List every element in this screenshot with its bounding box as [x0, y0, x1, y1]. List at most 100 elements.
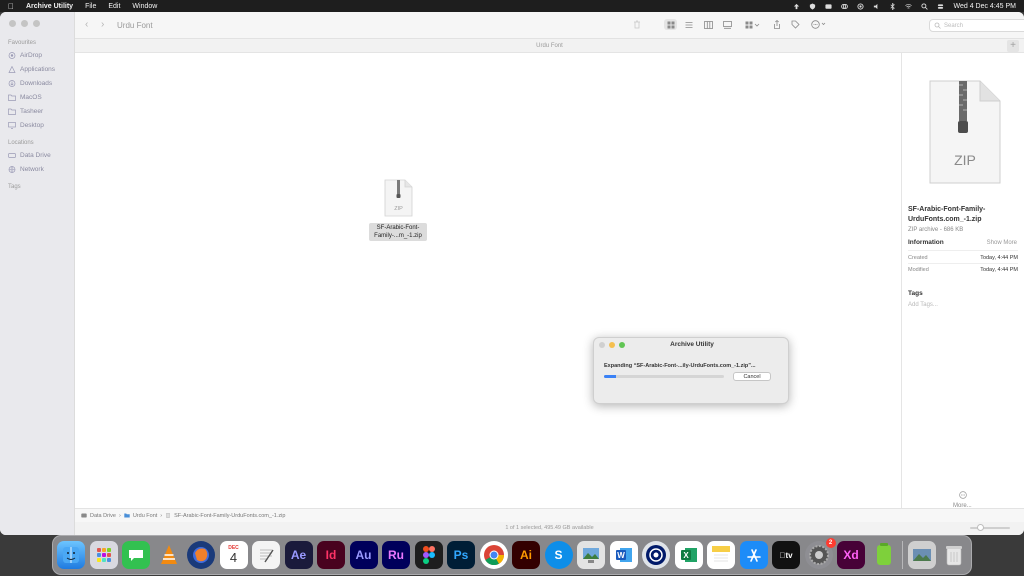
close-button[interactable]	[9, 20, 16, 27]
trash-icon[interactable]	[630, 19, 643, 30]
adobe-xd-dock-icon[interactable]: Xd	[837, 541, 865, 569]
path-separator-icon: ›	[118, 512, 121, 519]
icon-view-button[interactable]	[664, 19, 677, 30]
sidebar-item-applications[interactable]: Applications	[8, 66, 55, 73]
menu-app-name[interactable]: Archive Utility	[26, 3, 73, 10]
folder-icon	[8, 94, 16, 101]
record-icon[interactable]	[857, 2, 865, 10]
keyboard-icon[interactable]	[825, 3, 833, 10]
trash-dock-icon[interactable]	[940, 541, 968, 569]
downloads-stack-dock-icon[interactable]	[907, 541, 936, 569]
cinema4d-dock-icon[interactable]	[642, 541, 670, 569]
zip-file-item[interactable]: ZIP SF-Arabic-Font-Family-...m_-1.zip	[369, 179, 427, 241]
sidebar-item-label: Downloads	[20, 80, 53, 87]
minimize-button[interactable]	[21, 20, 28, 27]
more-actions-button[interactable]	[809, 19, 829, 30]
android-file-transfer-dock-icon[interactable]	[870, 541, 898, 569]
tab-bar: Urdu Font +	[75, 39, 1024, 53]
system-settings-dock-icon[interactable]: 2	[804, 538, 836, 569]
cancel-button[interactable]: Cancel	[733, 372, 771, 381]
show-more-link[interactable]: Show More	[987, 240, 1017, 246]
information-heading: Information	[908, 239, 944, 246]
group-by-button[interactable]	[743, 19, 763, 30]
path-crumb-urdu-font[interactable]: Urdu Font	[133, 513, 157, 519]
back-arrow-icon[interactable]: ‹	[85, 19, 88, 30]
dialog-title: Archive Utility	[670, 341, 714, 348]
after-effects-dock-icon[interactable]: Ae	[284, 541, 313, 569]
sidebar-item-label: Data Drive	[20, 152, 51, 159]
column-view-button[interactable]	[702, 19, 715, 30]
sidebar-item-desktop[interactable]: Desktop	[8, 122, 44, 129]
path-crumb-zip-file[interactable]: SF-Arabic-Font-Family-UrduFonts.com_-1.z…	[174, 513, 285, 519]
illustrator-dock-icon[interactable]: Ai	[512, 541, 540, 569]
icon-size-slider[interactable]	[970, 524, 1010, 531]
new-tab-button[interactable]: +	[1007, 40, 1019, 52]
calendar-dock-icon[interactable]: DEC 4	[219, 541, 248, 569]
applications-icon	[8, 66, 16, 73]
sidebar-item-downloads[interactable]: Downloads	[8, 80, 52, 87]
search-field[interactable]: Search	[929, 19, 1024, 32]
file-browser-content[interactable]: ZIP SF-Arabic-Font-Family-...m_-1.zip	[75, 53, 901, 508]
menubar-clock[interactable]: Wed 4 Dec 4:45 PM	[953, 3, 1016, 10]
forward-arrow-icon[interactable]: ›	[101, 19, 104, 30]
notes-dock-icon[interactable]	[707, 541, 735, 569]
shield-icon[interactable]	[809, 2, 816, 10]
svg-text:W: W	[617, 551, 625, 560]
volume-icon[interactable]	[873, 3, 880, 10]
finder-dock-icon[interactable]	[57, 541, 85, 569]
sidebar-item-network[interactable]: Network	[8, 166, 44, 173]
share-icon[interactable]	[770, 19, 783, 30]
add-tags-field[interactable]: Add Tags...	[908, 302, 938, 308]
textedit-dock-icon[interactable]	[252, 541, 280, 569]
apple-menu-icon[interactable]: 	[8, 2, 14, 11]
skype-dock-icon[interactable]: S	[544, 541, 573, 569]
tab-title[interactable]: Urdu Font	[536, 43, 563, 49]
app-store-dock-icon[interactable]	[739, 541, 768, 569]
launchpad-dock-icon[interactable]	[89, 541, 118, 569]
messages-dock-icon[interactable]	[122, 541, 150, 569]
word-dock-icon[interactable]: W	[609, 541, 638, 569]
indesign-dock-icon[interactable]: Id	[317, 541, 345, 569]
expanding-message: Expanding “SF-Arabic-Font-...ily-UrduFon…	[604, 363, 756, 369]
creative-cloud-icon[interactable]	[841, 3, 849, 10]
tag-icon[interactable]	[789, 19, 802, 30]
firefox-dock-icon[interactable]	[187, 541, 215, 569]
chrome-dock-icon[interactable]	[479, 541, 508, 569]
control-center-icon[interactable]	[937, 3, 944, 10]
gallery-icon	[723, 20, 732, 29]
path-bar: Data Drive › Urdu Font › SF-Arabic-Font-…	[75, 508, 1024, 522]
photoshop-dock-icon[interactable]: Ps	[447, 541, 475, 569]
wifi-icon[interactable]	[905, 3, 913, 10]
preview-pane: ZIP SF-Arabic-Font-Family-UrduFonts.com_…	[901, 53, 1024, 509]
menu-edit[interactable]: Edit	[108, 3, 120, 10]
figma-dock-icon[interactable]	[414, 541, 443, 569]
audition-dock-icon[interactable]: Au	[349, 541, 378, 569]
window-title: Urdu Font	[117, 20, 153, 30]
excel-dock-icon[interactable]: X	[674, 541, 703, 569]
vlc-dock-icon[interactable]	[155, 541, 183, 569]
upload-icon[interactable]	[793, 3, 800, 10]
menu-window[interactable]: Window	[132, 3, 157, 10]
zoom-button[interactable]	[33, 20, 40, 27]
modified-label: Modified	[908, 267, 929, 273]
apple-tv-dock-icon[interactable]: tv	[772, 541, 800, 569]
sidebar-item-data-drive[interactable]: Data Drive	[8, 152, 51, 159]
preview-app-dock-icon[interactable]	[577, 541, 605, 569]
sidebar-item-tasheer[interactable]: Tasheer	[8, 108, 43, 115]
bluetooth-icon[interactable]	[889, 2, 896, 10]
premiere-rush-dock-icon[interactable]: Ru	[382, 541, 410, 569]
calendar-day: 4	[229, 550, 238, 565]
sidebar-item-macos[interactable]: MacOS	[8, 94, 42, 101]
drive-icon	[81, 513, 87, 518]
spotlight-search-icon[interactable]	[921, 2, 929, 10]
sidebar-item-label: Network	[20, 166, 44, 173]
slider-knob[interactable]	[977, 524, 984, 531]
path-crumb-data-drive[interactable]: Data Drive	[90, 513, 116, 519]
group-icon	[745, 21, 760, 28]
menu-file[interactable]: File	[85, 3, 96, 10]
more-ellipsis-icon[interactable]	[959, 491, 967, 499]
gallery-view-button[interactable]	[721, 19, 734, 30]
list-view-button[interactable]	[682, 19, 695, 30]
sidebar-item-airdrop[interactable]: AirDrop	[8, 52, 42, 59]
sidebar-item-label: AirDrop	[20, 52, 43, 59]
